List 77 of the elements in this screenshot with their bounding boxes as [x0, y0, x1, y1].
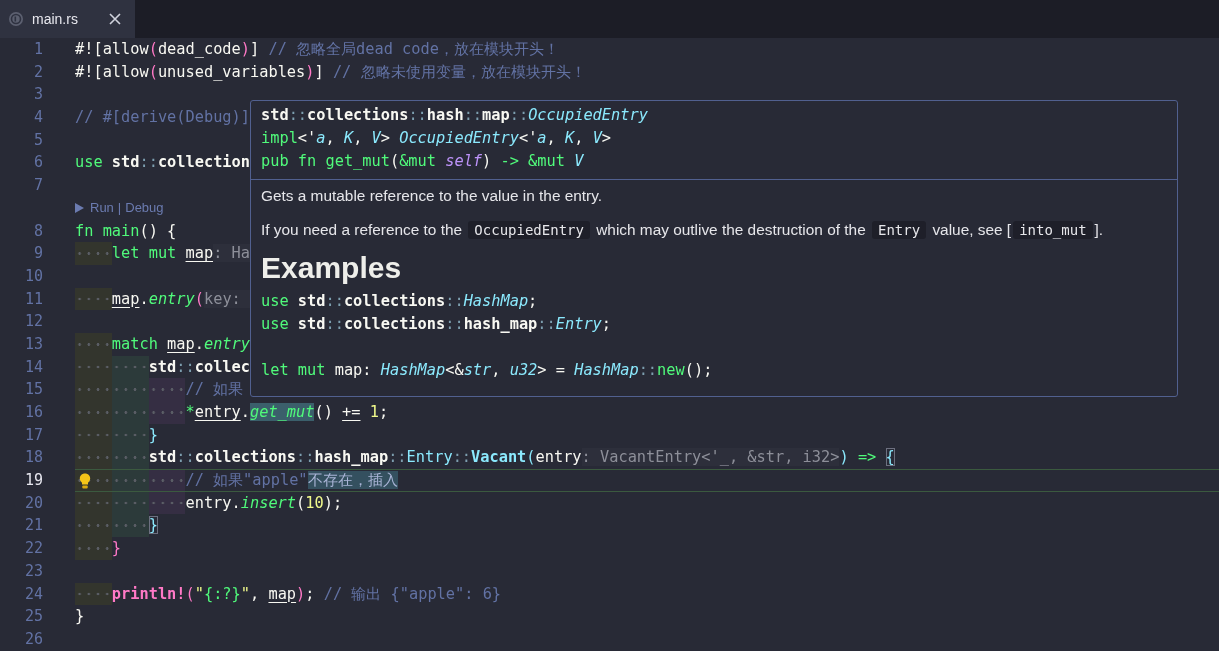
- line-number: 12: [24, 312, 43, 331]
- code-line: match map.entry: [111, 333, 250, 355]
- example-code-line: use std::collections::HashMap;: [261, 291, 539, 312]
- code-line: #![allow(unused_variables)] // 忽略未使用变量，放在模块开头！: [75, 61, 586, 83]
- line-number: 1: [33, 40, 43, 58]
- code-line: let mut map: Ha: [111, 243, 250, 265]
- line-number: 10: [24, 266, 43, 285]
- indent-guide: [111, 470, 149, 491]
- indent-guide: [111, 514, 149, 538]
- code-line: // 如果: [185, 379, 244, 401]
- line-number: 22: [24, 539, 43, 558]
- file-tab[interactable]: main.rs: [0, 0, 135, 38]
- close-icon: [109, 13, 121, 25]
- indent-guide: [75, 287, 112, 311]
- indent-guide: [111, 355, 149, 379]
- line-number: 3: [33, 85, 43, 104]
- doc-paragraph: If you need a reference to the OccupiedEntry which may outlive the destruction of the Entry value, see [ into_mut ].: [261, 220, 1105, 241]
- line-number: 11: [24, 289, 43, 308]
- line-number: 24: [24, 584, 43, 603]
- indent-guide: [75, 491, 112, 515]
- indent-guide: [75, 242, 112, 265]
- example-code-line: let mut map: HashMap<&str, u32> = HashMap::new();: [261, 360, 714, 381]
- line-number: 19: [24, 471, 43, 490]
- indent-guide: [148, 470, 186, 491]
- run-icon: [75, 203, 84, 214]
- line-number: 2: [33, 62, 43, 81]
- file-type-icon: [8, 11, 24, 27]
- run-link[interactable]: Run: [90, 196, 114, 220]
- example-code-line: use std::collections::hash_map::Entry;: [261, 314, 613, 335]
- indent-guide: [148, 401, 186, 424]
- code-line: fn main() {: [75, 220, 177, 242]
- close-button[interactable]: [107, 11, 123, 27]
- code-line: println!("{:?}", map); // 输出 {"apple": 6}: [111, 583, 502, 605]
- code-line: }: [75, 606, 85, 628]
- line-number: 7: [33, 176, 43, 195]
- codelens-separator: |: [117, 198, 122, 217]
- indent-guide: [148, 378, 186, 401]
- line-number: 18: [24, 448, 43, 467]
- line-number: 5: [33, 130, 43, 149]
- lightbulb-icon: [79, 473, 91, 490]
- indent-guide: [75, 582, 112, 606]
- signature-line: impl<'a, K, V> OccupiedEntry<'a, K, V>: [261, 128, 613, 149]
- code-line: entry.insert(10);: [185, 492, 343, 514]
- line-number: 13: [24, 334, 43, 353]
- line-number: 23: [24, 561, 43, 580]
- code-line: std::collec: [148, 356, 250, 378]
- code-line: std::collections::hash_map::Entry::Vacant(entry: VacantEntry<'_, &str, i32>) => {: [148, 447, 895, 469]
- line-number: 6: [33, 153, 43, 172]
- indent-guide: [75, 446, 112, 470]
- signature-line: std::collections::hash::map::OccupiedEntry: [261, 105, 649, 126]
- indent-guide: [111, 446, 149, 470]
- code-line: }: [111, 538, 122, 560]
- line-number: 15: [24, 380, 43, 399]
- examples-heading: Examples: [261, 250, 403, 286]
- line-number: 4: [33, 108, 43, 127]
- line-number: 14: [24, 357, 43, 376]
- line-number: 17: [24, 425, 43, 444]
- signature-line: pub fn get_mut(&mut self) -> &mut V: [261, 151, 585, 172]
- line-number: 9: [33, 244, 43, 263]
- line-number: 20: [24, 493, 43, 512]
- debug-link[interactable]: Debug: [125, 196, 164, 220]
- indent-guide: [75, 332, 112, 356]
- line-number: 26: [24, 629, 43, 648]
- line-number: 16: [24, 403, 43, 421]
- code-line: }: [148, 424, 158, 446]
- line-number: 8: [33, 221, 43, 240]
- code-line: #![allow(dead_code)] // 忽略全局dead code，放在模块开头！: [75, 39, 559, 60]
- code-line: use std::collection: [75, 152, 250, 174]
- indent-guide: [75, 537, 112, 560]
- code-line: map.entry(key:: [111, 287, 251, 311]
- line-number: 25: [24, 607, 43, 626]
- code-line: // 如果"apple"不存在，插入: [185, 470, 398, 491]
- code-line: // #[derive(Debug)]: [75, 107, 250, 129]
- code-line: }: [148, 515, 158, 537]
- line-number: 21: [24, 516, 43, 535]
- doc-paragraph: Gets a mutable reference to the value in the entry.: [261, 186, 604, 206]
- code-line: *entry.get_mut() += 1;: [185, 402, 389, 423]
